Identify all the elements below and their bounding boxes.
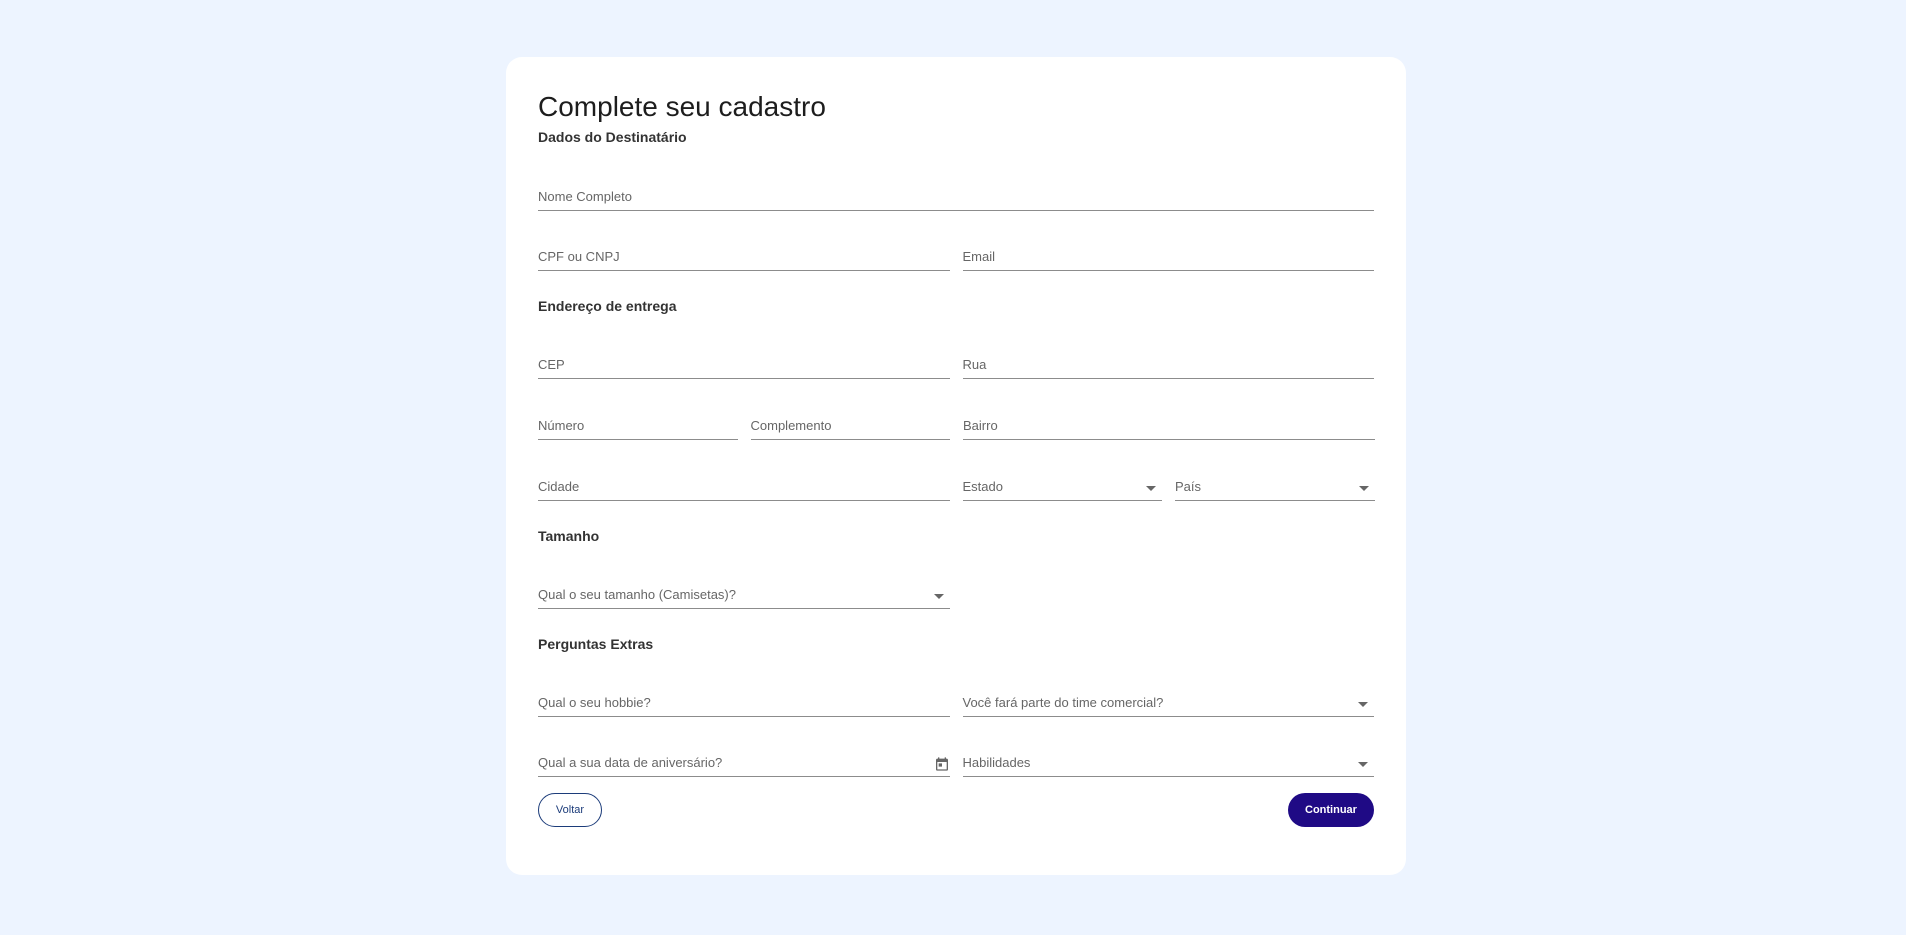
full-name-label: Nome Completo bbox=[538, 189, 632, 204]
number-field[interactable]: Número bbox=[538, 414, 738, 440]
email-label: Email bbox=[962, 249, 996, 264]
skills-select[interactable]: Habilidades bbox=[962, 751, 1374, 777]
email-field[interactable]: Email bbox=[962, 245, 1374, 271]
row-shirt-size: Qual o seu tamanho (Camisetas)? bbox=[538, 583, 1374, 609]
street-label: Rua bbox=[962, 357, 987, 372]
neighborhood-field[interactable]: Bairro bbox=[963, 414, 1375, 440]
city-field[interactable]: Cidade bbox=[538, 475, 950, 501]
chevron-down-icon bbox=[1358, 762, 1368, 767]
section-address-title: Endereço de entrega bbox=[538, 298, 677, 314]
hobby-label: Qual o seu hobbie? bbox=[538, 695, 651, 710]
city-label: Cidade bbox=[538, 479, 580, 494]
empty-column bbox=[963, 583, 1375, 609]
calendar-icon[interactable] bbox=[934, 756, 950, 772]
street-field[interactable]: Rua bbox=[962, 353, 1374, 379]
section-recipient-title: Dados do Destinatário bbox=[538, 129, 687, 145]
row-city-state-country: Cidade Estado País bbox=[538, 475, 1375, 501]
chevron-down-icon bbox=[933, 594, 944, 599]
row-cpf-email: CPF ou CNPJ Email bbox=[538, 245, 1374, 271]
complement-field[interactable]: Complemento bbox=[750, 414, 950, 440]
full-name-field[interactable]: Nome Completo bbox=[538, 185, 1374, 211]
row-hobby-team: Qual o seu hobbie? Você fará parte do ti… bbox=[538, 691, 1374, 717]
neighborhood-label: Bairro bbox=[963, 418, 998, 433]
form-actions: Voltar Continuar bbox=[538, 793, 1374, 827]
birthday-label: Qual a sua data de aniversário? bbox=[538, 755, 723, 770]
row-cep-street: CEP Rua bbox=[538, 353, 1374, 379]
back-button[interactable]: Voltar bbox=[538, 793, 602, 827]
continue-button[interactable]: Continuar bbox=[1288, 793, 1374, 827]
number-label: Número bbox=[538, 418, 585, 433]
shirt-size-label: Qual o seu tamanho (Camisetas)? bbox=[538, 587, 736, 602]
chevron-down-icon bbox=[1358, 486, 1369, 491]
section-extras-title: Perguntas Extras bbox=[538, 636, 654, 652]
registration-card: Complete seu cadastro Dados do Destinatá… bbox=[506, 57, 1406, 875]
shirt-size-select[interactable]: Qual o seu tamanho (Camisetas)? bbox=[538, 583, 950, 609]
country-select[interactable]: País bbox=[1175, 475, 1375, 501]
cpf-cnpj-label: CPF ou CNPJ bbox=[538, 249, 620, 264]
birthday-field[interactable]: Qual a sua data de aniversário? bbox=[538, 751, 950, 777]
chevron-down-icon bbox=[1358, 702, 1368, 707]
cpf-cnpj-field[interactable]: CPF ou CNPJ bbox=[538, 245, 950, 271]
row-birthday-skills: Qual a sua data de aniversário? Habilida… bbox=[538, 751, 1374, 777]
skills-label: Habilidades bbox=[962, 755, 1031, 770]
section-size-title: Tamanho bbox=[538, 528, 600, 544]
row-full-name: Nome Completo bbox=[538, 185, 1374, 211]
hobby-field[interactable]: Qual o seu hobbie? bbox=[538, 691, 950, 717]
row-number-complement-neighborhood: Número Complemento Bairro bbox=[538, 414, 1375, 440]
complement-label: Complemento bbox=[750, 418, 832, 433]
chevron-down-icon bbox=[1146, 486, 1156, 491]
sales-team-select[interactable]: Você fará parte do time comercial? bbox=[962, 691, 1374, 717]
sales-team-label: Você fará parte do time comercial? bbox=[962, 695, 1164, 710]
state-label: Estado bbox=[962, 479, 1003, 494]
country-label: País bbox=[1175, 479, 1202, 494]
page-title: Complete seu cadastro bbox=[538, 91, 826, 122]
state-select[interactable]: Estado bbox=[962, 475, 1162, 501]
cep-field[interactable]: CEP bbox=[538, 353, 950, 379]
cep-label: CEP bbox=[538, 357, 565, 372]
